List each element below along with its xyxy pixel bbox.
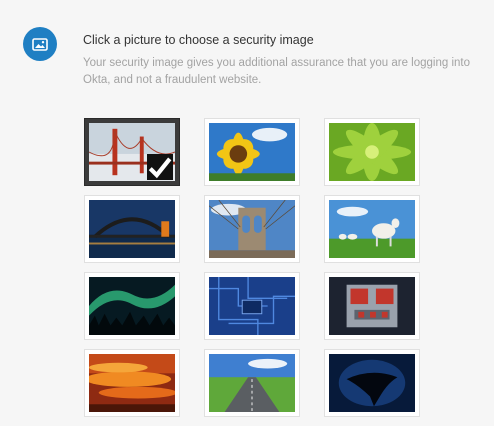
sunflower-image — [209, 123, 295, 181]
page-title: Click a picture to choose a security ima… — [83, 33, 314, 47]
checkmark-icon — [147, 154, 173, 180]
security-image-robot[interactable] — [324, 272, 420, 340]
security-image-circuit-board[interactable] — [204, 272, 300, 340]
security-image-brooklyn-bridge[interactable] — [204, 195, 300, 263]
security-image-succulent[interactable] — [324, 118, 420, 186]
robot-image — [329, 277, 415, 335]
security-image-golden-gate-bridge[interactable] — [84, 118, 180, 186]
security-image-sheep[interactable] — [324, 195, 420, 263]
security-image-manta-ray[interactable] — [324, 349, 420, 417]
page-description: Your security image gives you additional… — [83, 57, 470, 86]
security-image-aurora[interactable] — [84, 272, 180, 340]
sheep-image — [329, 200, 415, 258]
road-image — [209, 354, 295, 412]
circuit-board-image — [209, 277, 295, 335]
security-image-grid — [84, 118, 420, 418]
security-image-road[interactable] — [204, 349, 300, 417]
security-image-sunset[interactable] — [84, 349, 180, 417]
sunset-image — [89, 354, 175, 412]
manta-ray-image — [329, 354, 415, 412]
security-image-harbour-bridge[interactable] — [84, 195, 180, 263]
security-image-panel: Click a picture to choose a security ima… — [0, 0, 494, 426]
aurora-image — [89, 277, 175, 335]
image-icon — [23, 27, 57, 61]
succulent-image — [329, 123, 415, 181]
brooklyn-bridge-image — [209, 200, 295, 258]
harbour-bridge-image — [89, 200, 175, 258]
security-image-sunflower[interactable] — [204, 118, 300, 186]
